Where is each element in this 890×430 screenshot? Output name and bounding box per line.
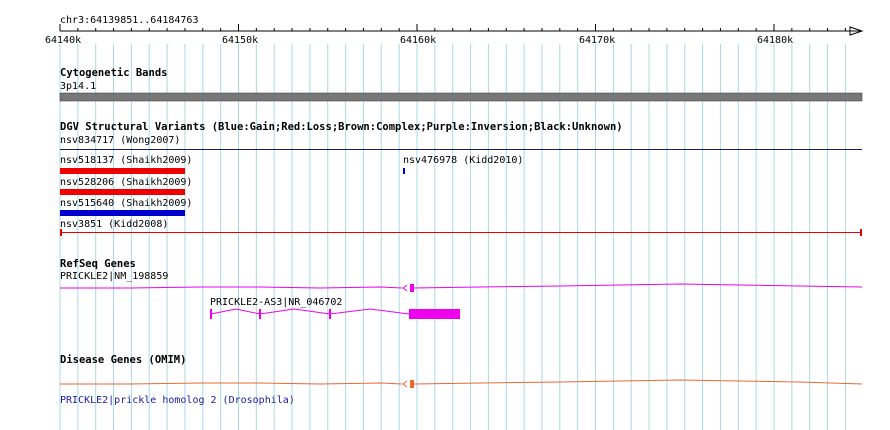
ruler-tick-label: 64150k [222, 35, 259, 46]
dgv-nsv515640-bar[interactable] [60, 210, 185, 216]
dgv-item-label[interactable]: nsv476978 (Kidd2010) [403, 155, 523, 166]
omim-prickle2-model[interactable] [60, 379, 863, 388]
dgv-item-label[interactable]: nsv528206 (Shaikh2009) [60, 177, 192, 188]
dgv-nsv518137-bar[interactable] [60, 168, 185, 174]
gridlines [59, 44, 846, 430]
dgv-nsv476978-bar[interactable] [403, 168, 405, 174]
dgv-item-label[interactable]: nsv3851 (Kidd2008) [60, 219, 168, 230]
cyto-track-title: Cytogenetic Bands [60, 67, 168, 79]
dgv-item-label[interactable]: nsv834717 (Wong2007) [60, 135, 180, 146]
dgv-track-title: DGV Structural Variants (Blue:Gain;Red:L… [60, 121, 623, 133]
dgv-nsv528206-bar[interactable] [60, 189, 185, 195]
omim-gene-link[interactable]: PRICKLE2|prickle homolog 2 (Drosophila) [60, 395, 295, 406]
omim-track-title: Disease Genes (OMIM) [60, 354, 187, 366]
dgv-item-label[interactable]: nsv518137 (Shaikh2009) [60, 155, 192, 166]
ruler-tick-label: 64180k [757, 35, 794, 46]
refseq-track-title: RefSeq Genes [60, 258, 136, 270]
gene-label[interactable]: PRICKLE2-AS3|NR_046702 [210, 297, 342, 308]
ruler-tick-label: 64140k [45, 35, 82, 46]
ruler-tick-label: 64160k [400, 35, 437, 46]
gene-prickle2-model[interactable] [60, 283, 863, 292]
cyto-band-label[interactable]: 3p14.1 [60, 81, 96, 92]
ruler-tick-label: 64170k [579, 35, 616, 46]
dgv-nsv3851-bar[interactable] [60, 229, 862, 236]
gene-label[interactable]: PRICKLE2|NM_198859 [60, 271, 168, 282]
gene-prickle2-as3-model[interactable] [210, 308, 460, 319]
cyto-band-bar[interactable] [59, 92, 863, 102]
dgv-item-label[interactable]: nsv515640 (Shaikh2009) [60, 198, 192, 209]
region-label: chr3:64139851..64184763 [60, 15, 199, 26]
